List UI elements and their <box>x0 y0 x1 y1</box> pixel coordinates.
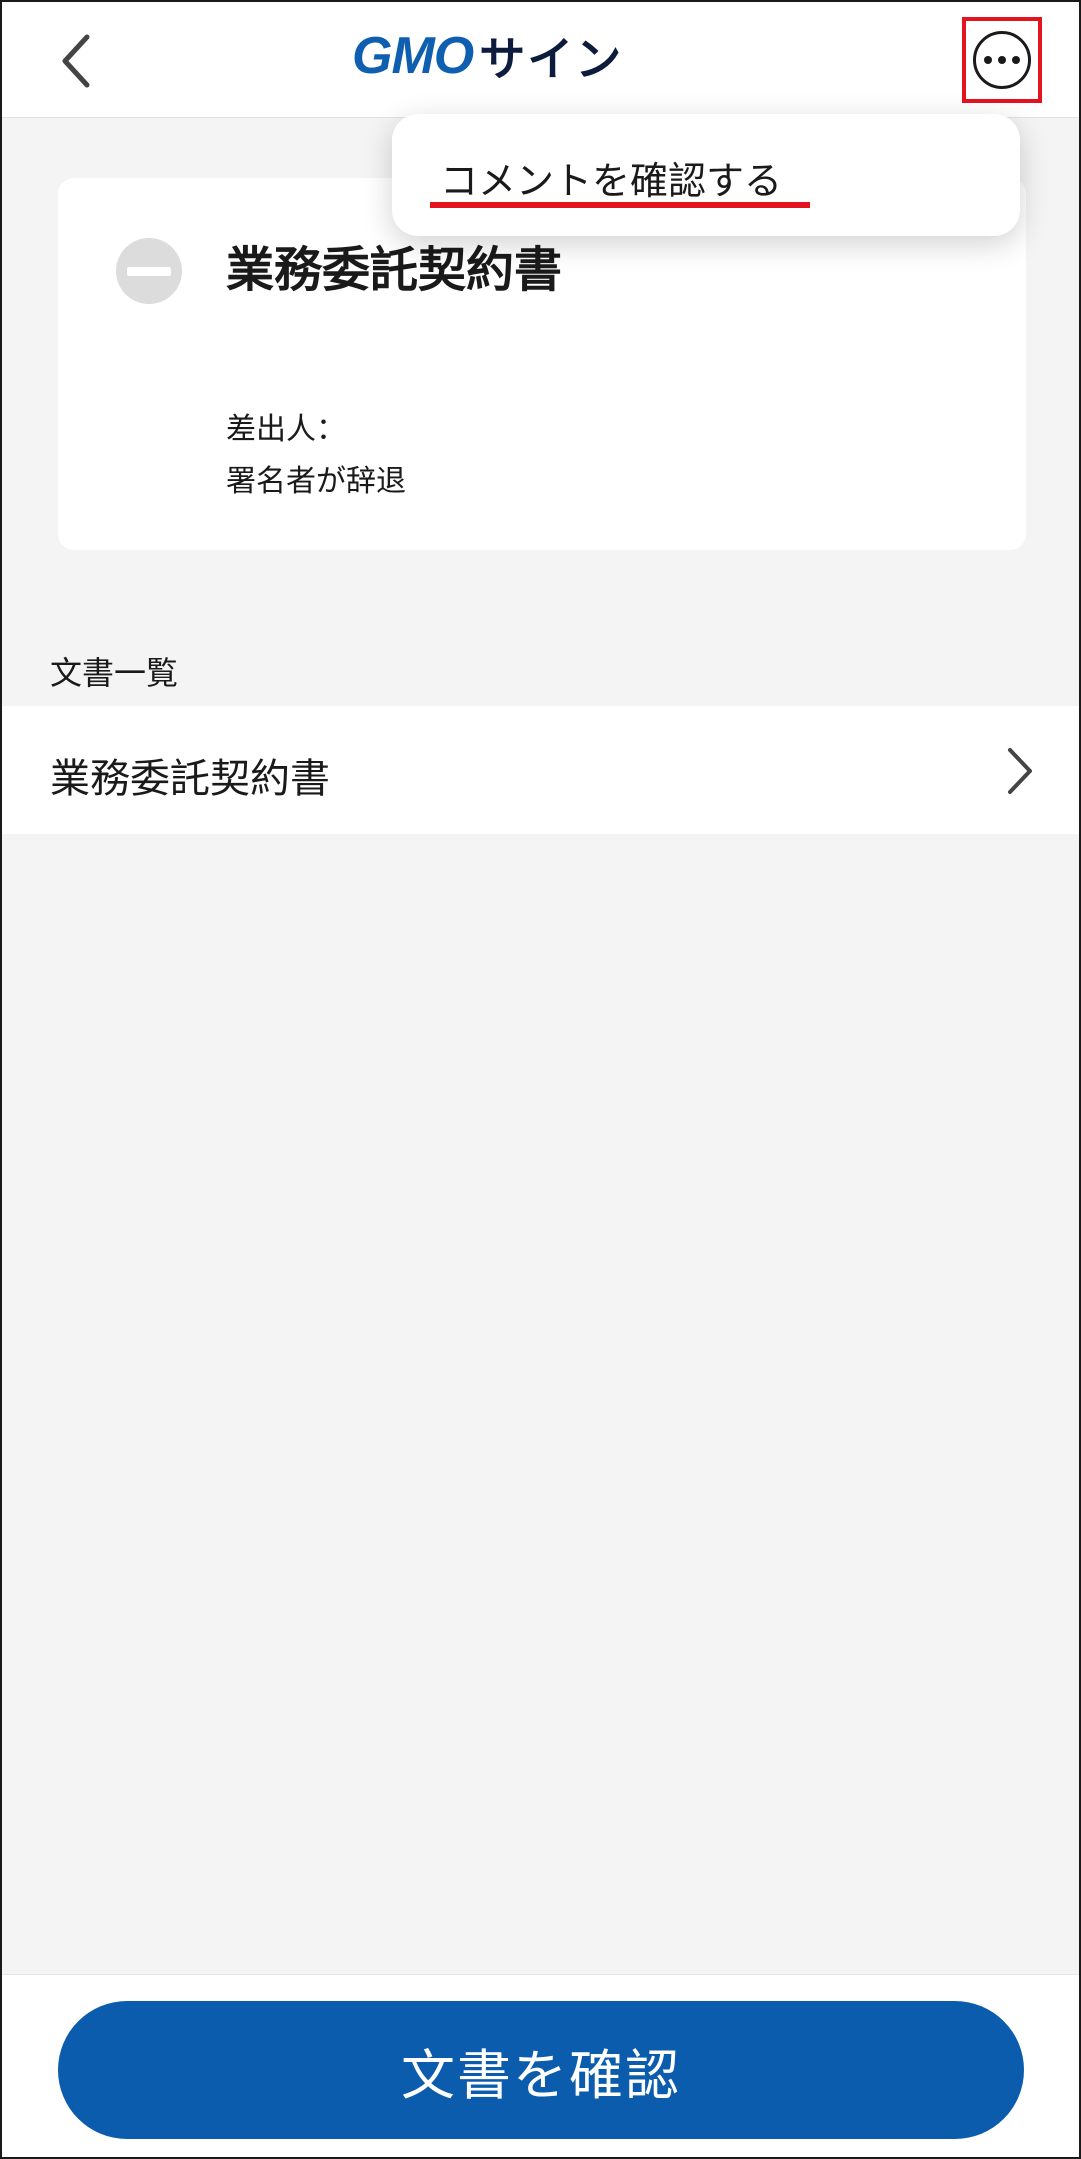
confirm-document-button[interactable]: 文書を確認 <box>58 2001 1024 2139</box>
document-title: 業務委託契約書 <box>226 242 563 298</box>
back-button[interactable] <box>42 26 112 96</box>
declined-icon <box>116 238 182 304</box>
highlight-underline <box>430 202 810 208</box>
dot-icon <box>998 56 1006 64</box>
chevron-left-icon <box>62 34 90 88</box>
options-popup-menu: コメントを確認する <box>392 114 1020 236</box>
header: GMO サイン <box>2 2 1079 118</box>
documents-section-label: 文書一覧 <box>50 654 179 692</box>
bottom-bar: 文書を確認 <box>2 1974 1079 2157</box>
more-options-button[interactable] <box>962 17 1042 103</box>
document-list-item-label: 業務委託契約書 <box>50 756 330 802</box>
dot-icon <box>1012 56 1020 64</box>
document-list-item[interactable]: 業務委託契約書 <box>2 706 1079 834</box>
document-status: 署名者が辞退 <box>226 464 406 499</box>
logo-sign-text: サイン <box>479 32 624 86</box>
app-screen: GMO サイン 業務委託契約書 差出人： 署名者が辞退 コメントを確認する 文書… <box>0 0 1081 2159</box>
more-options-icon <box>973 31 1031 89</box>
chevron-right-icon <box>1008 748 1032 794</box>
sender-label: 差出人： <box>226 412 346 447</box>
logo-gmo-text: GMO <box>352 27 474 85</box>
app-logo: GMO サイン <box>352 26 623 86</box>
view-comments-menu-item[interactable]: コメントを確認する <box>440 150 782 205</box>
dot-icon <box>984 56 992 64</box>
